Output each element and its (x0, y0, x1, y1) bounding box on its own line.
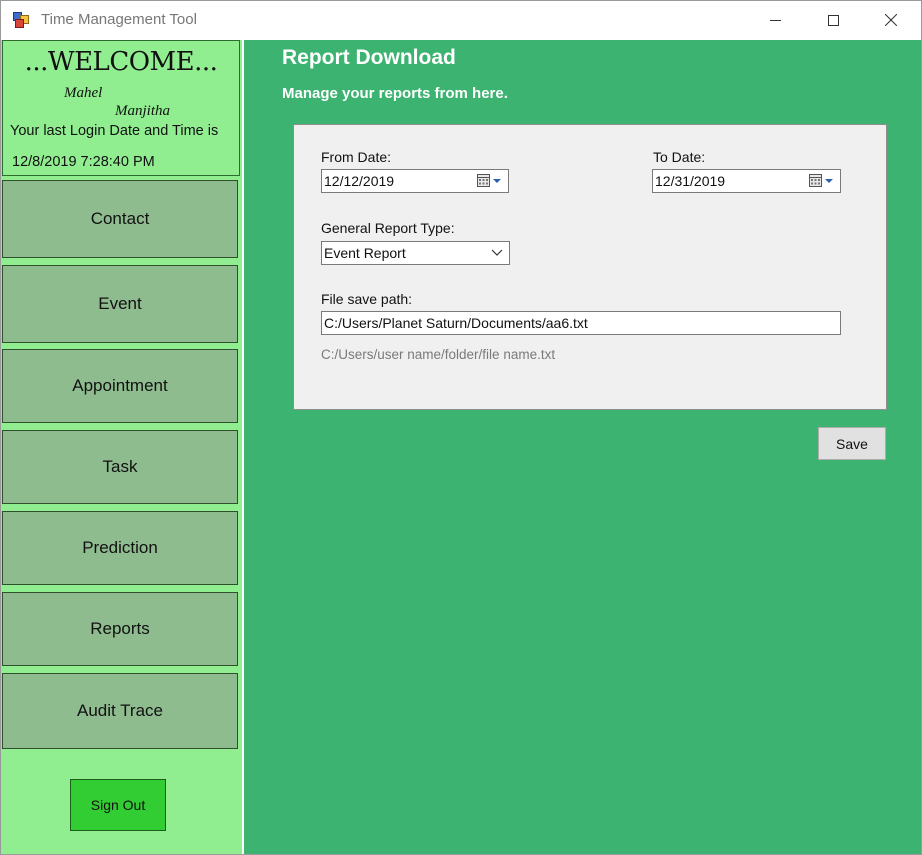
sidebar: ...WELCOME... Mahel Manjitha Your last L… (1, 40, 242, 854)
nav-event-button[interactable]: Event (2, 265, 238, 343)
close-button[interactable] (862, 1, 920, 39)
to-date-picker[interactable]: 12/31/2019 (652, 169, 841, 193)
maximize-icon (827, 14, 839, 26)
file-path-input[interactable]: C:/Users/Planet Saturn/Documents/aa6.txt (321, 311, 841, 335)
nav-appointment-button[interactable]: Appointment (2, 349, 238, 423)
nav-reports-button[interactable]: Reports (2, 592, 238, 666)
calendar-icon (477, 174, 501, 187)
file-path-hint: C:/Users/user name/folder/file name.txt (321, 347, 556, 362)
to-date-value: 12/31/2019 (655, 173, 726, 189)
nav-contact-button[interactable]: Contact (2, 180, 238, 258)
minimize-icon (769, 19, 781, 21)
dropdown-arrow-icon (491, 249, 503, 256)
welcome-panel: ...WELCOME... Mahel Manjitha Your last L… (2, 40, 240, 176)
last-login-value: 12/8/2019 7:28:40 PM (12, 154, 155, 170)
report-type-value: Event Report (324, 245, 406, 261)
user-last-name: Manjitha (115, 103, 170, 119)
nav-audit-trace-button[interactable]: Audit Trace (2, 673, 238, 749)
main-content: Report Download Manage your reports from… (244, 40, 921, 854)
maximize-button[interactable] (804, 1, 862, 39)
page-subtitle: Manage your reports from here. (282, 85, 508, 102)
report-form-panel: From Date: 12/12/2019 To Date: 12/31/201… (293, 124, 887, 410)
report-type-label: General Report Type: (321, 220, 455, 236)
nav-prediction-button[interactable]: Prediction (2, 511, 238, 585)
report-type-select[interactable]: Event Report (321, 241, 510, 265)
nav-task-button[interactable]: Task (2, 430, 238, 504)
to-date-label: To Date: (653, 149, 706, 165)
file-path-value: C:/Users/Planet Saturn/Documents/aa6.txt (324, 315, 588, 331)
from-date-picker[interactable]: 12/12/2019 (321, 169, 509, 193)
window-title: Time Management Tool (41, 11, 197, 28)
sign-out-button[interactable]: Sign Out (70, 779, 166, 831)
from-date-dropdown[interactable] (474, 173, 506, 189)
app-icon (13, 12, 29, 28)
welcome-title: ...WELCOME... (24, 47, 218, 77)
to-date-dropdown[interactable] (806, 173, 838, 189)
from-date-value: 12/12/2019 (324, 173, 395, 189)
title-bar: Time Management Tool (1, 1, 921, 39)
app-window: Time Management Tool ...WELCOME... Mahel… (0, 0, 922, 855)
last-login-label: Your last Login Date and Time is (10, 123, 219, 139)
minimize-button[interactable] (746, 1, 804, 39)
file-path-label: File save path: (321, 291, 413, 307)
user-first-name: Mahel (64, 85, 103, 101)
from-date-label: From Date: (321, 149, 392, 165)
page-title: Report Download (282, 46, 456, 69)
calendar-icon (809, 174, 833, 187)
close-icon (885, 14, 897, 26)
save-button[interactable]: Save (818, 427, 886, 460)
